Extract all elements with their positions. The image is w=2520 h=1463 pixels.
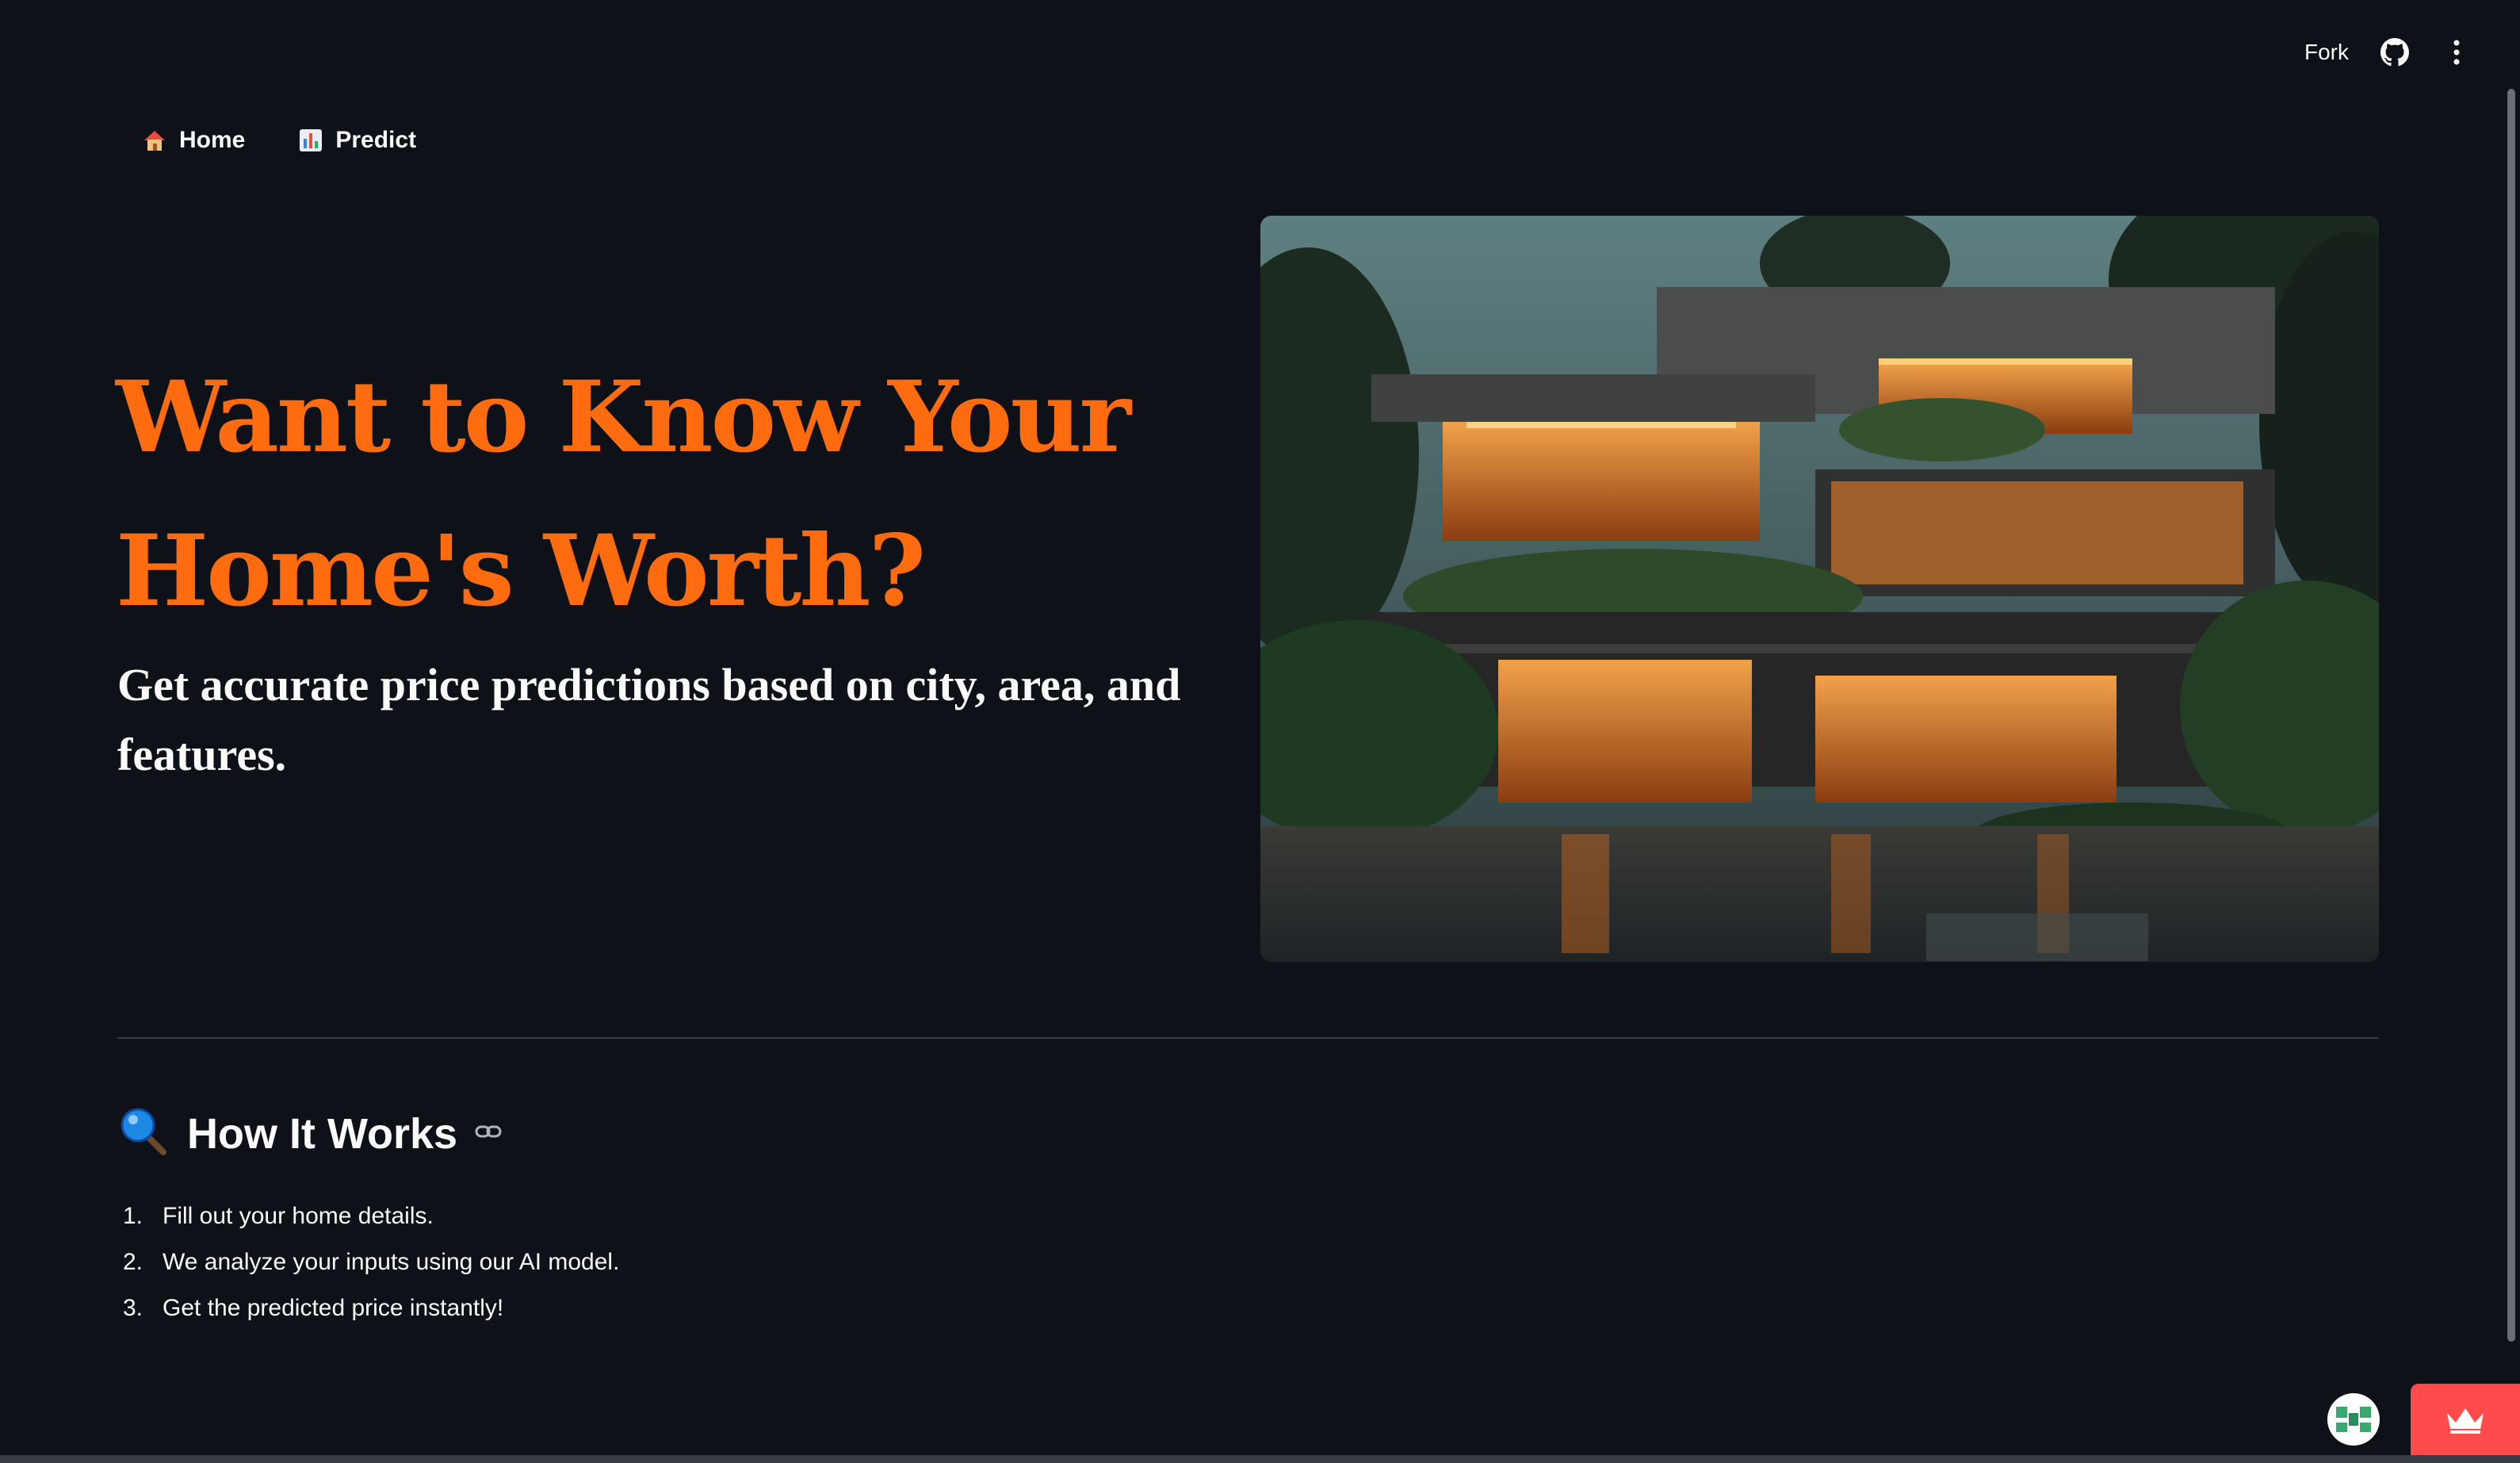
bottom-edge-bar <box>0 1455 2520 1463</box>
modern-house-image <box>1260 216 2379 962</box>
list-item: 2. We analyze your inputs using our AI m… <box>123 1239 619 1285</box>
step-text: Fill out your home details. <box>163 1203 434 1229</box>
avatar[interactable] <box>2327 1393 2380 1446</box>
step-number: 1. <box>123 1203 143 1229</box>
hero-title-line1: Want to Know Your <box>116 360 1131 475</box>
anchor-link-icon[interactable] <box>475 1124 502 1143</box>
nav-item-predict[interactable]: Predict <box>297 127 416 154</box>
hero-title-line2: Home's Worth? <box>116 514 926 629</box>
step-number: 3. <box>123 1295 143 1321</box>
scrollbar[interactable] <box>2507 89 2515 1342</box>
hero-subtitle: Get accurate price predictions based on … <box>117 659 1181 780</box>
nav-label-home: Home <box>179 127 246 153</box>
hero-title: Want to Know Your Home's Worth? <box>116 341 1226 649</box>
house-icon <box>141 127 168 154</box>
step-text: Get the predicted price instantly! <box>163 1295 504 1321</box>
step-text: We analyze your inputs using our AI mode… <box>163 1249 620 1275</box>
crown-icon[interactable] <box>2411 1384 2520 1455</box>
list-item: 1. Fill out your home details. <box>123 1193 619 1239</box>
magnifier-icon <box>119 1106 170 1161</box>
how-it-works-heading: How It Works <box>119 1106 502 1161</box>
fork-button[interactable]: Fork <box>2304 40 2349 65</box>
top-toolbar: Fork <box>2304 32 2472 73</box>
list-item: 3. Get the predicted price instantly! <box>123 1285 619 1331</box>
nav-item-home[interactable]: Home <box>141 127 245 154</box>
steps-list: 1. Fill out your home details. 2. We ana… <box>123 1193 619 1331</box>
nav-label-predict: Predict <box>335 127 417 153</box>
how-it-works-title: How It Works <box>187 1109 458 1158</box>
more-vert-icon[interactable] <box>2441 36 2472 68</box>
step-number: 2. <box>123 1249 143 1275</box>
section-divider <box>117 1037 2379 1039</box>
bar-chart-icon <box>297 127 324 154</box>
github-icon[interactable] <box>2379 36 2411 68</box>
page-nav: Home Predict <box>141 127 416 154</box>
